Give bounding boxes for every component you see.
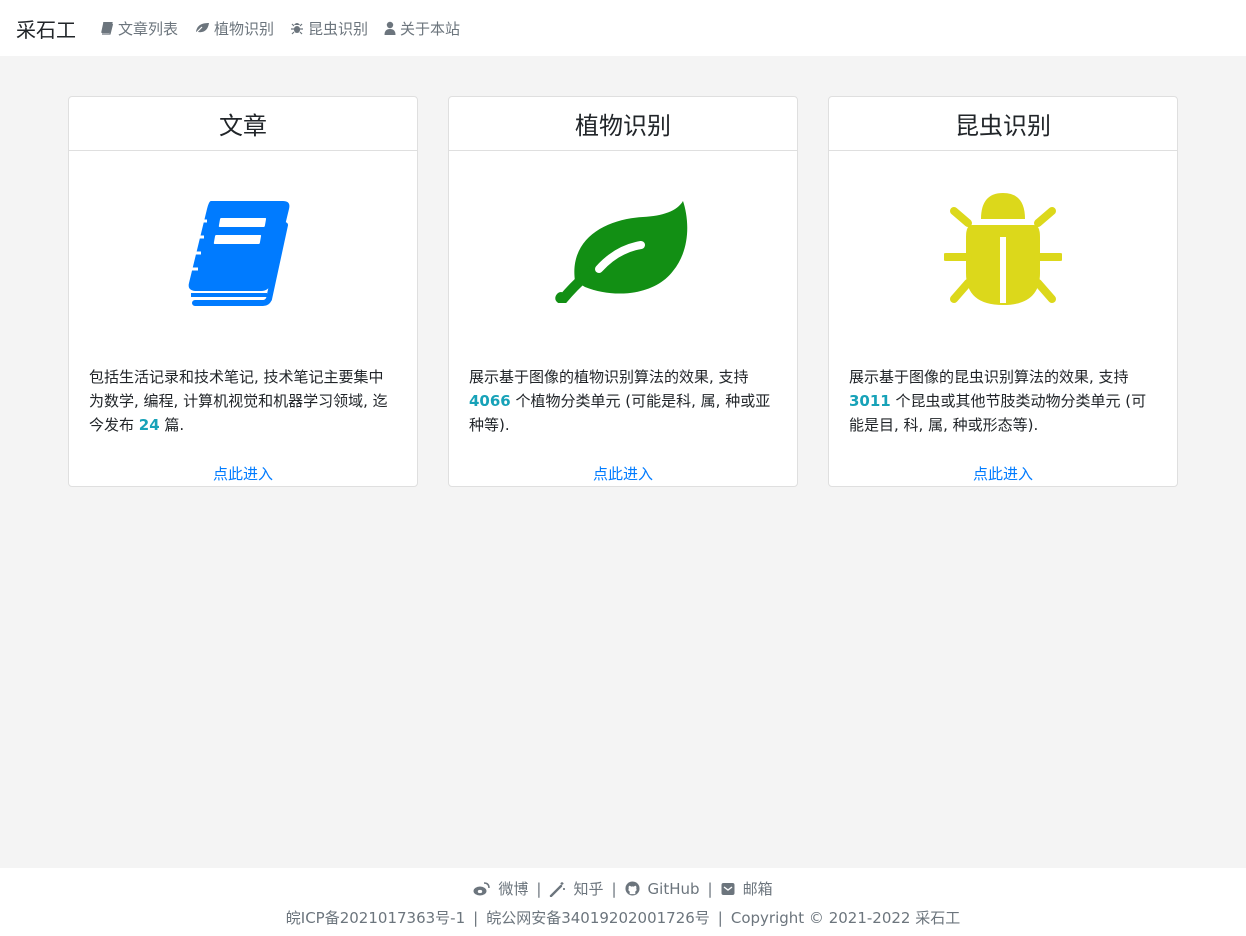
site-brand[interactable]: 采石工 — [16, 14, 76, 43]
nav-item-about[interactable]: 关于本站 — [384, 18, 460, 39]
police-record[interactable]: 皖公网安备34019202001726号 — [486, 907, 710, 928]
mail-icon — [721, 882, 735, 895]
separator: | — [473, 908, 479, 927]
top-navbar: 采石工 文章列表 植物识别 昆虫识别 关于本站 — [0, 0, 1246, 56]
description-text: 篇. — [159, 416, 185, 434]
page-footer: 微博 | 知乎 | GitHub | 邮箱 皖ICP备2021017363号-1… — [0, 868, 1246, 936]
plant-taxa-count: 4066 — [469, 392, 511, 410]
footer-link-label: 邮箱 — [742, 880, 773, 898]
nav-item-label: 植物识别 — [214, 19, 275, 38]
bug-icon — [291, 23, 304, 35]
description-text: 个植物分类单元 (可能是科, 属, 种或亚种等). — [469, 392, 771, 434]
footer-legal: 皖ICP备2021017363号-1 | 皖公网安备34019202001726… — [0, 907, 1246, 928]
weibo-icon — [473, 881, 491, 895]
card-title: 植物识别 — [449, 97, 797, 151]
leaf-icon — [194, 23, 210, 35]
book-icon — [101, 22, 114, 35]
icp-record[interactable]: 皖ICP备2021017363号-1 — [286, 907, 465, 928]
card-description: 包括生活记录和技术笔记, 技术笔记主要集中为数学, 编程, 计算机视觉和机器学习… — [69, 365, 417, 461]
nav-item-plant[interactable]: 植物识别 — [194, 18, 274, 39]
enter-link[interactable]: 点此进入 — [69, 463, 417, 484]
leaf-icon — [555, 201, 688, 303]
card-plant: 植物识别 展示基于图像的植物识别算法的效果, 支持 4066 个植物分类单元 (… — [448, 96, 798, 487]
github-icon — [625, 881, 640, 896]
copyright-text: Copyright © 2021-2022 采石工 — [730, 909, 961, 927]
card-articles: 文章 包括生活记录和技术笔记, 技术笔记主要集中为数学, 编程, 计算机视觉和机… — [68, 96, 418, 487]
card-icon-area — [69, 151, 417, 351]
footer-social-links: 微博 | 知乎 | GitHub | 邮箱 — [0, 878, 1246, 899]
user-icon — [384, 21, 396, 35]
bug-icon — [944, 193, 1062, 305]
footer-link-weibo[interactable]: 微博 — [473, 878, 528, 899]
footer-link-label: 知乎 — [573, 880, 604, 898]
insect-taxa-count: 3011 — [849, 392, 891, 410]
nav-item-label: 关于本站 — [400, 19, 461, 38]
card-description: 展示基于图像的昆虫识别算法的效果, 支持 3011 个昆虫或其他节肢类动物分类单… — [829, 365, 1177, 461]
separator: | — [707, 879, 713, 898]
enter-link[interactable]: 点此进入 — [829, 463, 1177, 484]
card-title: 文章 — [69, 97, 417, 151]
card-icon-area — [449, 151, 797, 351]
nav-item-label: 昆虫识别 — [308, 19, 369, 38]
footer-link-label: 微博 — [498, 880, 529, 898]
description-text: 包括生活记录和技术笔记, 技术笔记主要集中为数学, 编程, 计算机视觉和机器学习… — [89, 368, 388, 434]
separator: | — [717, 908, 723, 927]
description-text: 展示基于图像的植物识别算法的效果, 支持 — [469, 368, 749, 386]
article-count: 24 — [138, 416, 160, 434]
book-icon — [188, 201, 290, 306]
footer-link-label: GitHub — [647, 879, 700, 898]
card-icon-area — [829, 151, 1177, 351]
footer-link-email[interactable]: 邮箱 — [721, 878, 773, 899]
description-text: 展示基于图像的昆虫识别算法的效果, 支持 — [849, 368, 1129, 386]
footer-link-zhihu[interactable]: 知乎 — [549, 878, 603, 899]
card-description: 展示基于图像的植物识别算法的效果, 支持 4066 个植物分类单元 (可能是科,… — [449, 365, 797, 461]
description-text: 个昆虫或其他节肢类动物分类单元 (可能是目, 科, 属, 种或形态等). — [849, 392, 1147, 434]
nav-item-label: 文章列表 — [118, 19, 179, 38]
card-insect: 昆虫识别 展示基于图像的昆虫识别算法的效果, 支持 3011 个昆虫或其他节肢类… — [828, 96, 1178, 487]
footer-link-github[interactable]: GitHub — [625, 880, 700, 898]
magic-wand-icon — [550, 881, 566, 897]
card-title: 昆虫识别 — [829, 97, 1177, 151]
nav-item-articles[interactable]: 文章列表 — [100, 18, 178, 39]
nav-item-insect[interactable]: 昆虫识别 — [290, 18, 368, 39]
enter-link[interactable]: 点此进入 — [449, 463, 797, 484]
separator: | — [536, 879, 542, 898]
separator: | — [611, 879, 617, 898]
